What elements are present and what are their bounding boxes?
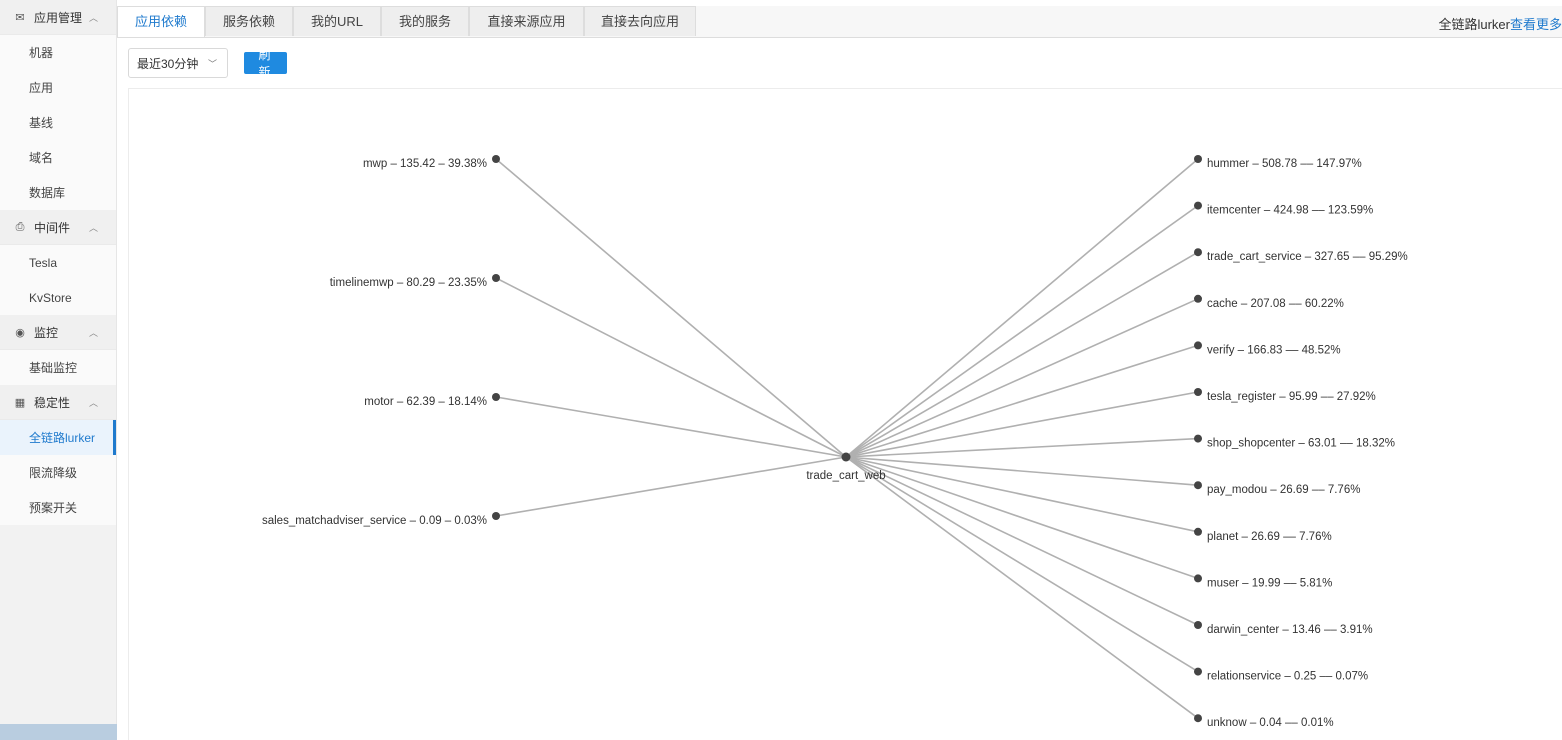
chevron-down-icon: ﹀ [207,58,217,69]
target-node[interactable] [1194,714,1202,723]
target-node[interactable] [1194,294,1202,303]
chevron-up-icon: ︿ [88,397,98,408]
eye-icon: ◉ [15,326,25,339]
grid-icon: ▦ [14,396,26,409]
source-node-label[interactable]: timelinemwp – 80.29 – 23.35% [330,277,487,289]
target-node-label[interactable]: itemcenter – 424.98 –– 123.59% [1207,205,1373,217]
target-node-label[interactable]: shop_shopcenter – 63.01 –– 18.32% [1207,438,1395,450]
sidebar-group-label: 监控 [34,325,59,340]
tab-bar: 应用依赖 服务依赖 我的URL 我的服务 直接来源应用 直接去向应用 [117,6,1562,38]
sidebar-item-plan-switch[interactable]: 预案开关 [0,490,116,525]
sidebar-group-label: 应用管理 [34,10,83,25]
tab-my-services[interactable]: 我的服务 [381,6,469,36]
sidebar-item-basic-monitoring[interactable]: 基础监控 [0,350,116,385]
target-node-label[interactable]: unknow – 0.04 –– 0.01% [1207,717,1334,729]
target-node[interactable] [1194,341,1202,350]
sidebar-item-rate-limit[interactable]: 限流降级 [0,455,116,490]
source-node[interactable] [492,393,500,401]
breadcrumb-current: 全链路lurker [1438,17,1510,32]
source-node-label[interactable]: mwp – 135.42 – 39.38% [363,158,487,170]
sidebar-group-label: 稳定性 [34,395,71,410]
target-node-label[interactable]: muser – 19.99 –– 5.81% [1207,577,1332,589]
target-node-label[interactable]: tesla_register – 95.99 –– 27.92% [1207,391,1376,403]
target-node[interactable] [1194,481,1202,490]
chevron-up-icon: ︿ [88,327,98,338]
header-breadcrumb: 全链路lurker查看更多 [1438,14,1562,33]
source-node-label[interactable]: sales_matchadviser_service – 0.09 – 0.03… [262,515,487,527]
target-node[interactable] [1194,621,1202,629]
target-node-label[interactable]: hummer – 508.78 –– 147.97% [1207,158,1362,170]
target-node-label[interactable]: planet – 26.69 –– 7.76% [1207,531,1332,543]
sidebar-group-app-management[interactable]: ✉ 应用管理 ︿ [0,0,116,35]
target-node-label[interactable]: trade_cart_service – 327.65 –– 95.29% [1207,251,1408,263]
target-node[interactable] [1194,527,1202,536]
chevron-up-icon: ︿ [88,12,98,23]
view-more-link[interactable]: 查看更多 [1510,17,1562,32]
sidebar-item-kvstore[interactable]: KvStore [0,280,116,315]
dependency-graph-panel [128,88,1562,740]
target-node-label[interactable]: darwin_center – 13.46 –– 3.91% [1207,624,1373,636]
mail-icon: ✉ [15,11,25,24]
sidebar-item-tesla[interactable]: Tesla [0,245,116,280]
sidebar-group-middleware[interactable]: ⎙ 中间件 ︿ [0,210,116,245]
sidebar-item-domains[interactable]: 域名 [0,140,116,175]
tab-my-url[interactable]: 我的URL [293,6,381,36]
center-node[interactable] [841,452,851,462]
target-node-label[interactable]: cache – 207.08 –– 60.22% [1207,298,1344,310]
target-node[interactable] [1194,388,1202,396]
chevron-up-icon: ︿ [88,222,98,233]
sidebar-item-lurker[interactable]: 全链路lurker [0,420,116,455]
sidebar-item-machines[interactable]: 机器 [0,35,116,70]
sidebar-group-label: 中间件 [34,220,71,235]
tab-app-dependency[interactable]: 应用依赖 [117,6,205,37]
time-range-select[interactable]: 最近30分钟 ﹀ [128,48,228,78]
sidebar-item-database[interactable]: 数据库 [0,175,116,210]
tab-direct-target-apps[interactable]: 直接去向应用 [584,6,696,36]
source-node[interactable] [492,155,500,163]
source-node[interactable] [492,274,500,282]
center-node-label[interactable]: trade_cart_web [806,470,885,482]
target-node[interactable] [1194,155,1202,163]
target-node[interactable] [1194,201,1202,210]
refresh-button[interactable]: 刷 新 [244,48,287,79]
sidebar-footer [0,724,117,740]
target-node-label[interactable]: pay_modou – 26.69 –– 7.76% [1207,484,1360,496]
target-node[interactable] [1194,667,1202,676]
tab-direct-source-apps[interactable]: 直接来源应用 [469,6,584,36]
sidebar-item-baseline[interactable]: 基线 [0,105,116,140]
sidebar: ✉ 应用管理 ︿ 机器 应用 基线 域名 数据库 ⎙ 中间件 ︿ Tesla K… [0,0,117,740]
target-node-label[interactable]: verify – 166.83 –– 48.52% [1207,344,1341,356]
sidebar-group-monitoring[interactable]: ◉ 监控 ︿ [0,315,116,350]
target-node[interactable] [1194,434,1202,443]
printer-icon: ⎙ [15,220,25,233]
source-node-label[interactable]: motor – 62.39 – 18.14% [364,396,487,408]
target-node[interactable] [1194,248,1202,257]
sidebar-item-apps[interactable]: 应用 [0,70,116,105]
time-range-value: 最近30分钟 [137,56,199,71]
tab-service-dependency[interactable]: 服务依赖 [205,6,293,36]
source-node[interactable] [492,512,500,520]
sidebar-group-stability[interactable]: ▦ 稳定性 ︿ [0,385,116,420]
target-node[interactable] [1194,574,1202,583]
target-node-label[interactable]: relationservice – 0.25 –– 0.07% [1207,671,1368,683]
